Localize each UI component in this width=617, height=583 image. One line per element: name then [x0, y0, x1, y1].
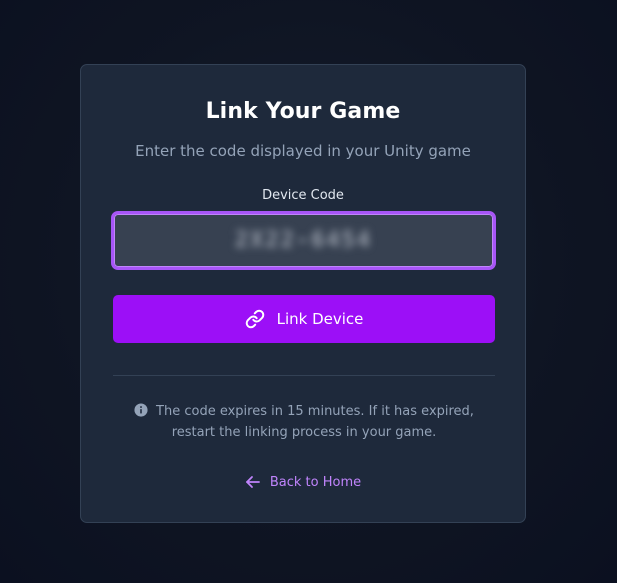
device-code-label: Device Code — [262, 188, 344, 203]
link-game-card: Link Your Game Enter the code displayed … — [80, 64, 526, 523]
expiry-notice: The code expires in 15 minutes. If it ha… — [113, 401, 495, 443]
link-icon — [245, 309, 265, 329]
back-to-home-link[interactable]: Back to Home — [81, 474, 525, 490]
back-to-home-label: Back to Home — [269, 474, 362, 490]
link-device-button[interactable]: Link Device — [113, 295, 495, 343]
expiry-notice-text: The code expires in 15 minutes. If it ha… — [156, 404, 474, 440]
device-code-value: 2X22-6454 — [234, 228, 373, 253]
info-icon — [134, 403, 148, 417]
divider — [113, 375, 495, 376]
device-code-input[interactable]: 2X22-6454 — [111, 211, 496, 270]
page-title: Link Your Game — [205, 99, 401, 124]
link-device-label: Link Device — [276, 310, 364, 328]
page-subtitle: Enter the code displayed in your Unity g… — [135, 142, 471, 160]
arrow-left-icon — [245, 474, 261, 490]
